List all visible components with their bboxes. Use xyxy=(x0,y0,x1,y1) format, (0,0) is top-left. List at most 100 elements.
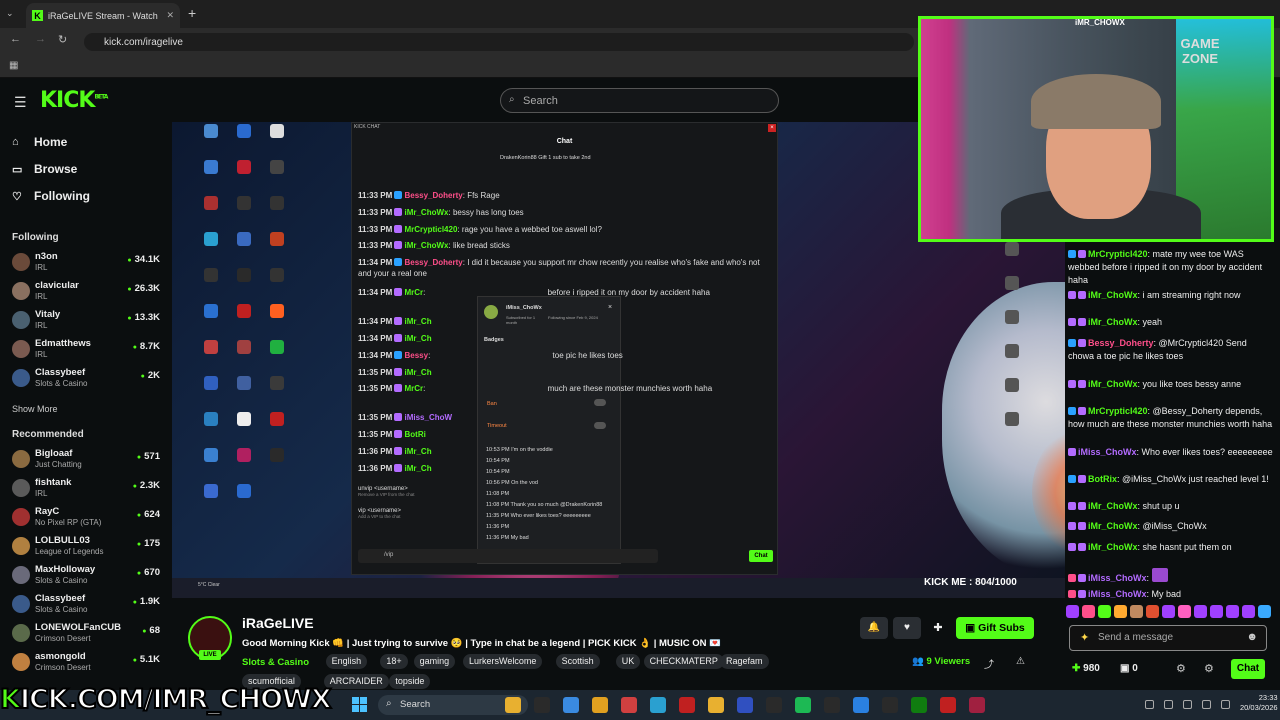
taskbar-app-icon[interactable] xyxy=(911,697,927,713)
desktop-icon[interactable] xyxy=(226,304,262,342)
desktop-icon[interactable] xyxy=(259,304,295,342)
desktop-icon[interactable] xyxy=(193,268,229,306)
ban-toggle[interactable] xyxy=(594,399,606,406)
message-user[interactable]: iMr_ChoWx xyxy=(1088,290,1138,300)
notification-bell-icon[interactable]: 🔔 xyxy=(860,617,888,639)
emote-icon[interactable] xyxy=(1146,605,1159,618)
sidebar-channel[interactable]: EdmatthewsIRL 8.7K xyxy=(12,337,162,361)
sidebar-channel[interactable]: fishtankIRL 2.3K xyxy=(12,476,162,500)
message-user[interactable]: iMr_ChoWx xyxy=(1088,317,1138,327)
emote-icon[interactable] xyxy=(1194,605,1207,618)
sidebar-channel[interactable]: ClassybeefSlots & Casino 2K xyxy=(12,366,162,390)
windows-start-icon[interactable] xyxy=(352,697,368,713)
desktop-icon[interactable] xyxy=(226,232,262,270)
sidebar-channel[interactable]: n3onIRL 34.1K xyxy=(12,250,162,274)
message-user[interactable]: Bessy_Doherty xyxy=(1088,338,1154,348)
emote-icon[interactable] xyxy=(1210,605,1223,618)
desktop-icon[interactable] xyxy=(226,448,262,486)
stream-tag[interactable]: Ragefam xyxy=(720,654,769,669)
sidebar-channel[interactable]: asmongoldCrimson Desert 5.1K xyxy=(12,650,162,674)
gift-subs-button[interactable]: ▣ Gift Subs xyxy=(956,617,1034,639)
taskbar-app-icon[interactable] xyxy=(882,697,898,713)
emote-icon[interactable] xyxy=(1130,605,1143,618)
message-user[interactable]: iMiss_ChoWx xyxy=(1088,573,1147,583)
close-icon[interactable]: × xyxy=(608,304,612,311)
stream-tag[interactable]: 18+ xyxy=(380,654,408,669)
message-user[interactable]: MrCr xyxy=(404,288,423,297)
sidebar-channel[interactable]: clavicularIRL 26.3K xyxy=(12,279,162,303)
kick-chat-send-button[interactable]: Chat xyxy=(749,550,773,562)
sidebar-channel[interactable]: VitalyIRL 13.3K xyxy=(12,308,162,332)
emote-icon[interactable] xyxy=(1162,605,1175,618)
sidebar-channel[interactable]: LONEWOLFanCUBCrimson Desert 68 xyxy=(12,621,162,645)
channel-points[interactable]: ✚ 980 xyxy=(1072,663,1100,674)
back-icon[interactable]: ← xyxy=(10,33,21,45)
kick-logo[interactable]: KICKBETA xyxy=(40,88,108,113)
message-user[interactable]: iMr_ChoWx xyxy=(404,241,448,250)
stream-tag[interactable]: ARCRAIDER xyxy=(323,674,389,689)
message-user[interactable]: Bessy_Doherty xyxy=(404,258,462,267)
url-field[interactable]: kick.com/iragelive xyxy=(84,33,914,51)
browser-tab[interactable]: K iRaGeLIVE Stream - Watch ✕ xyxy=(26,3,180,28)
taskbar-app-icon[interactable] xyxy=(505,697,521,713)
desktop-icon[interactable] xyxy=(994,310,1030,348)
report-icon[interactable]: ⚠ xyxy=(1016,656,1025,667)
system-tray-icon[interactable] xyxy=(1183,700,1192,709)
stream-tag[interactable]: Scottish xyxy=(555,654,600,669)
taskbar-app-icon[interactable] xyxy=(853,697,869,713)
emote-icon[interactable] xyxy=(1098,605,1111,618)
emote-row[interactable] xyxy=(1066,603,1276,619)
share-icon[interactable]: ⤴ xyxy=(984,656,994,671)
emote-icon[interactable] xyxy=(1066,605,1079,618)
mod-tools-icon[interactable]: ⚙ xyxy=(1204,662,1214,675)
desktop-icon[interactable] xyxy=(226,340,262,378)
desktop-icon[interactable] xyxy=(259,124,295,162)
streamer-name[interactable]: iRaGeLIVE xyxy=(242,615,314,631)
nav-browse[interactable]: ▭ Browse xyxy=(12,162,77,176)
desktop-icon[interactable] xyxy=(994,344,1030,382)
message-user[interactable]: iMr_Ch xyxy=(404,334,431,343)
desktop-icon[interactable] xyxy=(226,124,262,162)
close-icon[interactable]: × xyxy=(768,124,776,132)
message-user[interactable]: MrCrypticl420 xyxy=(1088,249,1148,259)
taskbar-app-icon[interactable] xyxy=(679,697,695,713)
reload-icon[interactable]: ↻ xyxy=(58,33,67,46)
desktop-icon[interactable] xyxy=(259,268,295,306)
emote-icon[interactable] xyxy=(1258,605,1271,618)
message-user[interactable]: iMr_ChoWx xyxy=(1088,379,1138,389)
message-user[interactable]: iMiss_ChoW xyxy=(404,413,452,422)
desktop-icon[interactable] xyxy=(193,412,229,450)
message-user[interactable]: iMr_ChoWx xyxy=(1088,501,1138,511)
message-user[interactable]: iMr_ChoWx xyxy=(404,208,448,217)
emote-icon[interactable] xyxy=(1082,605,1095,618)
message-user[interactable]: Bessy xyxy=(404,351,428,360)
desktop-icon[interactable] xyxy=(193,160,229,198)
desktop-icon[interactable] xyxy=(226,160,262,198)
stream-tag[interactable]: UK xyxy=(615,654,641,669)
system-tray-icon[interactable] xyxy=(1221,700,1230,709)
chat-send-button[interactable]: Chat xyxy=(1231,659,1265,679)
desktop-icon[interactable] xyxy=(226,268,262,306)
taskbar-app-icon[interactable] xyxy=(563,697,579,713)
taskbar-app-icon[interactable] xyxy=(621,697,637,713)
desktop-icon[interactable] xyxy=(226,484,262,522)
taskbar-app-icon[interactable] xyxy=(650,697,666,713)
message-user[interactable]: MrCrypticl420 xyxy=(404,225,457,234)
message-user[interactable]: MrCrypticl420 xyxy=(1088,406,1148,416)
nav-home[interactable]: ⌂ Home xyxy=(12,135,67,149)
sidebar-channel[interactable]: BigloaafJust Chatting 571 xyxy=(12,447,162,471)
taskbar-app-icon[interactable] xyxy=(824,697,840,713)
search-input[interactable]: ⌕ Search xyxy=(500,88,779,113)
system-tray-icon[interactable] xyxy=(1145,700,1154,709)
desktop-icon[interactable] xyxy=(226,412,262,450)
tab-list-chevron-icon[interactable]: ⌄ xyxy=(6,8,14,19)
tab-close-icon[interactable]: ✕ xyxy=(166,10,174,21)
emote-icon[interactable] xyxy=(1114,605,1127,618)
kick-chat-input[interactable]: /vip xyxy=(358,549,658,563)
emoji-icon[interactable]: ☻ xyxy=(1246,631,1258,643)
apps-grid-icon[interactable]: ▦ xyxy=(9,60,18,71)
redeem-count[interactable]: ▣ 0 xyxy=(1120,663,1138,674)
follow-heart-icon[interactable]: ♥ xyxy=(893,617,921,639)
desktop-icon[interactable] xyxy=(994,276,1030,314)
sidebar-channel[interactable]: RayCNo Pixel RP (GTA) 624 xyxy=(12,505,162,529)
